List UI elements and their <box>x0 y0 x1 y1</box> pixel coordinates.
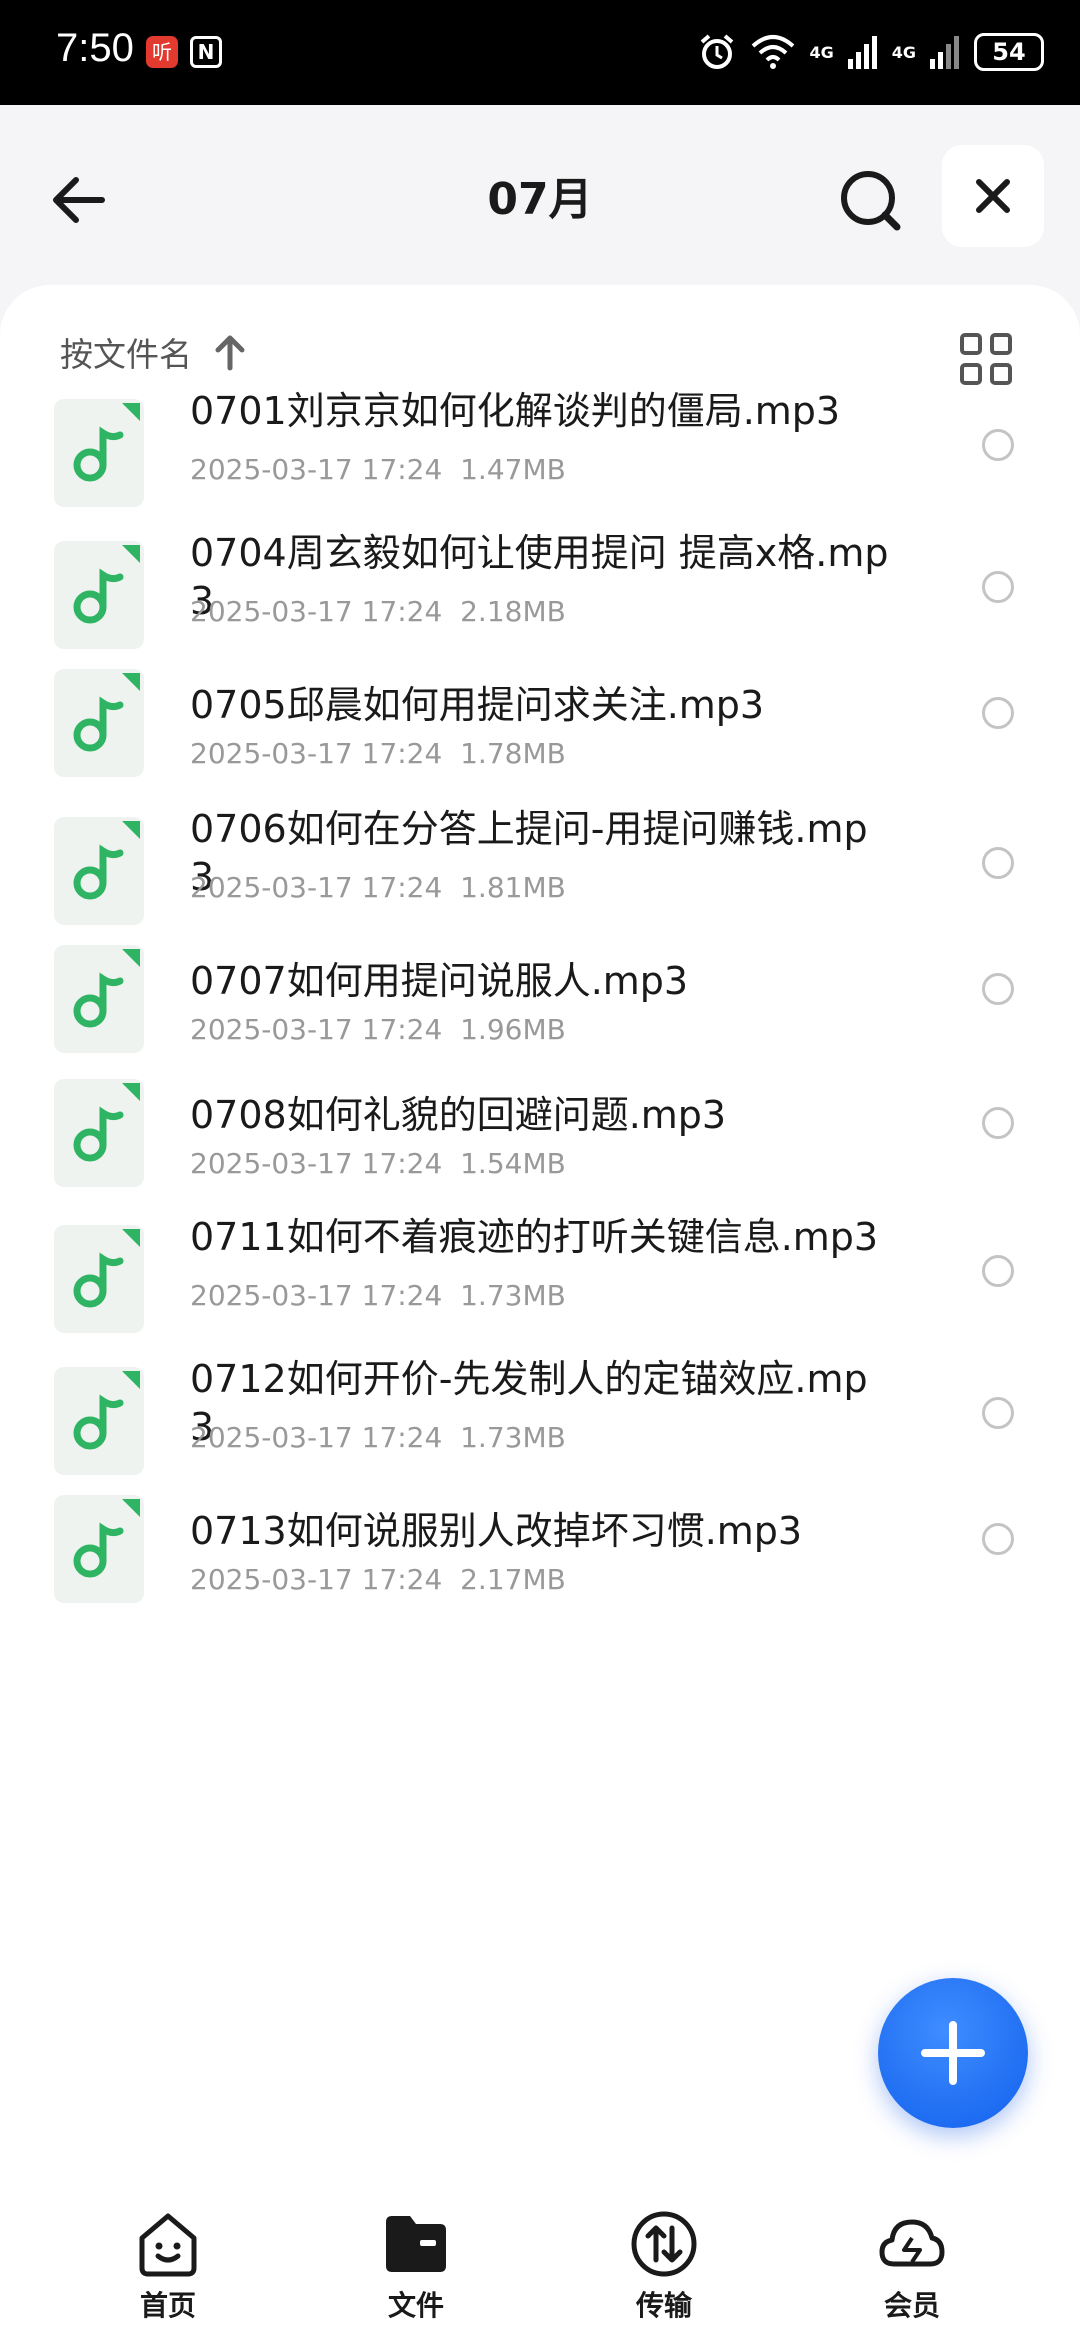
music-file-icon <box>54 1495 144 1603</box>
status-bar: 7:50 听 N 4G 4G 54 <box>0 0 1080 105</box>
select-radio[interactable] <box>982 973 1014 1005</box>
select-radio[interactable] <box>982 697 1014 729</box>
arrow-up-icon <box>215 335 245 371</box>
close-button[interactable] <box>942 145 1044 247</box>
nav-transfer-label: 传输 <box>635 2289 692 2322</box>
music-file-icon <box>54 1079 144 1187</box>
top-bar: 07月 <box>0 105 1080 285</box>
file-meta: 2025-03-17 17:24 1.47MB <box>190 453 566 486</box>
nav-member-label: 会员 <box>883 2289 940 2322</box>
battery-indicator: 54 <box>974 33 1044 71</box>
signal-icon-2 <box>930 36 959 69</box>
nav-files-label: 文件 <box>387 2289 444 2322</box>
file-meta: 2025-03-17 17:24 1.78MB <box>190 737 566 770</box>
add-fab-button[interactable] <box>878 1978 1028 2128</box>
grid-icon <box>960 333 1012 385</box>
wifi-icon <box>752 35 795 69</box>
nav-member[interactable]: 会员 <box>842 2208 982 2333</box>
file-meta: 2025-03-17 17:24 1.54MB <box>190 1147 566 1180</box>
file-meta: 2025-03-17 17:24 1.73MB <box>190 1279 566 1312</box>
file-name: 0711如何不着痕迹的打听关键信息.mp3 <box>190 1215 879 1259</box>
grid-view-button[interactable] <box>956 329 1016 389</box>
music-file-icon <box>54 399 144 507</box>
nav-home-label: 首页 <box>139 2289 196 2322</box>
nav-transfer[interactable]: 传输 <box>594 2208 734 2333</box>
sort-control[interactable]: 按文件名 <box>60 327 248 377</box>
select-radio[interactable] <box>982 1523 1014 1555</box>
network-4g-label-2: 4G <box>891 42 916 62</box>
transfer-icon <box>631 2211 697 2277</box>
home-face-icon <box>139 2213 197 2277</box>
folder-icon <box>386 2216 446 2272</box>
music-file-icon <box>54 541 144 649</box>
search-icon <box>841 171 901 231</box>
signal-icon <box>847 36 877 69</box>
listen-app-icon: 听 <box>146 36 178 68</box>
select-radio[interactable] <box>982 429 1014 461</box>
select-radio[interactable] <box>982 1107 1014 1139</box>
file-name: 0705邱晨如何用提问求关注.mp3 <box>190 683 765 727</box>
music-file-icon <box>54 669 144 777</box>
page-title: 07月 <box>487 174 593 225</box>
file-meta: 2025-03-17 17:24 2.18MB <box>190 595 566 628</box>
plus-icon <box>921 2021 985 2085</box>
select-radio[interactable] <box>982 1255 1014 1287</box>
alarm-icon <box>701 34 734 69</box>
file-meta: 2025-03-17 17:24 1.96MB <box>190 1013 566 1046</box>
music-file-icon <box>54 945 144 1053</box>
file-name: 0701刘京京如何化解谈判的僵局.mp3 <box>190 389 841 433</box>
sort-label: 按文件名 <box>60 335 192 374</box>
search-button[interactable] <box>830 160 910 240</box>
select-radio[interactable] <box>982 1397 1014 1429</box>
cloud-icon <box>879 2219 945 2267</box>
file-meta: 2025-03-17 17:24 1.81MB <box>190 871 566 904</box>
file-panel: 按文件名 0701刘京京如何化解谈判的僵局.mp3 2025-03-17 17:2… <box>0 285 1080 2190</box>
file-meta: 2025-03-17 17:24 2.17MB <box>190 1563 566 1596</box>
file-name: 0708如何礼貌的回避问题.mp3 <box>190 1093 727 1137</box>
select-radio[interactable] <box>982 847 1014 879</box>
music-file-icon <box>54 1225 144 1333</box>
music-file-icon <box>54 817 144 925</box>
music-file-icon <box>54 1367 144 1475</box>
close-icon <box>976 179 1010 213</box>
file-name: 0707如何用提问说服人.mp3 <box>190 959 689 1003</box>
nfc-icon: N <box>190 36 222 68</box>
network-4g-label: 4G <box>809 42 834 62</box>
status-time: 7:50 <box>56 26 134 70</box>
file-name: 0713如何说服别人改掉坏习惯.mp3 <box>190 1509 803 1553</box>
file-meta: 2025-03-17 17:24 1.73MB <box>190 1421 566 1454</box>
nav-home[interactable]: 首页 <box>98 2208 238 2333</box>
bottom-nav: 首页 文件 传输 会员 <box>0 2190 1080 2340</box>
nav-files[interactable]: 文件 <box>346 2208 486 2333</box>
select-radio[interactable] <box>982 571 1014 603</box>
